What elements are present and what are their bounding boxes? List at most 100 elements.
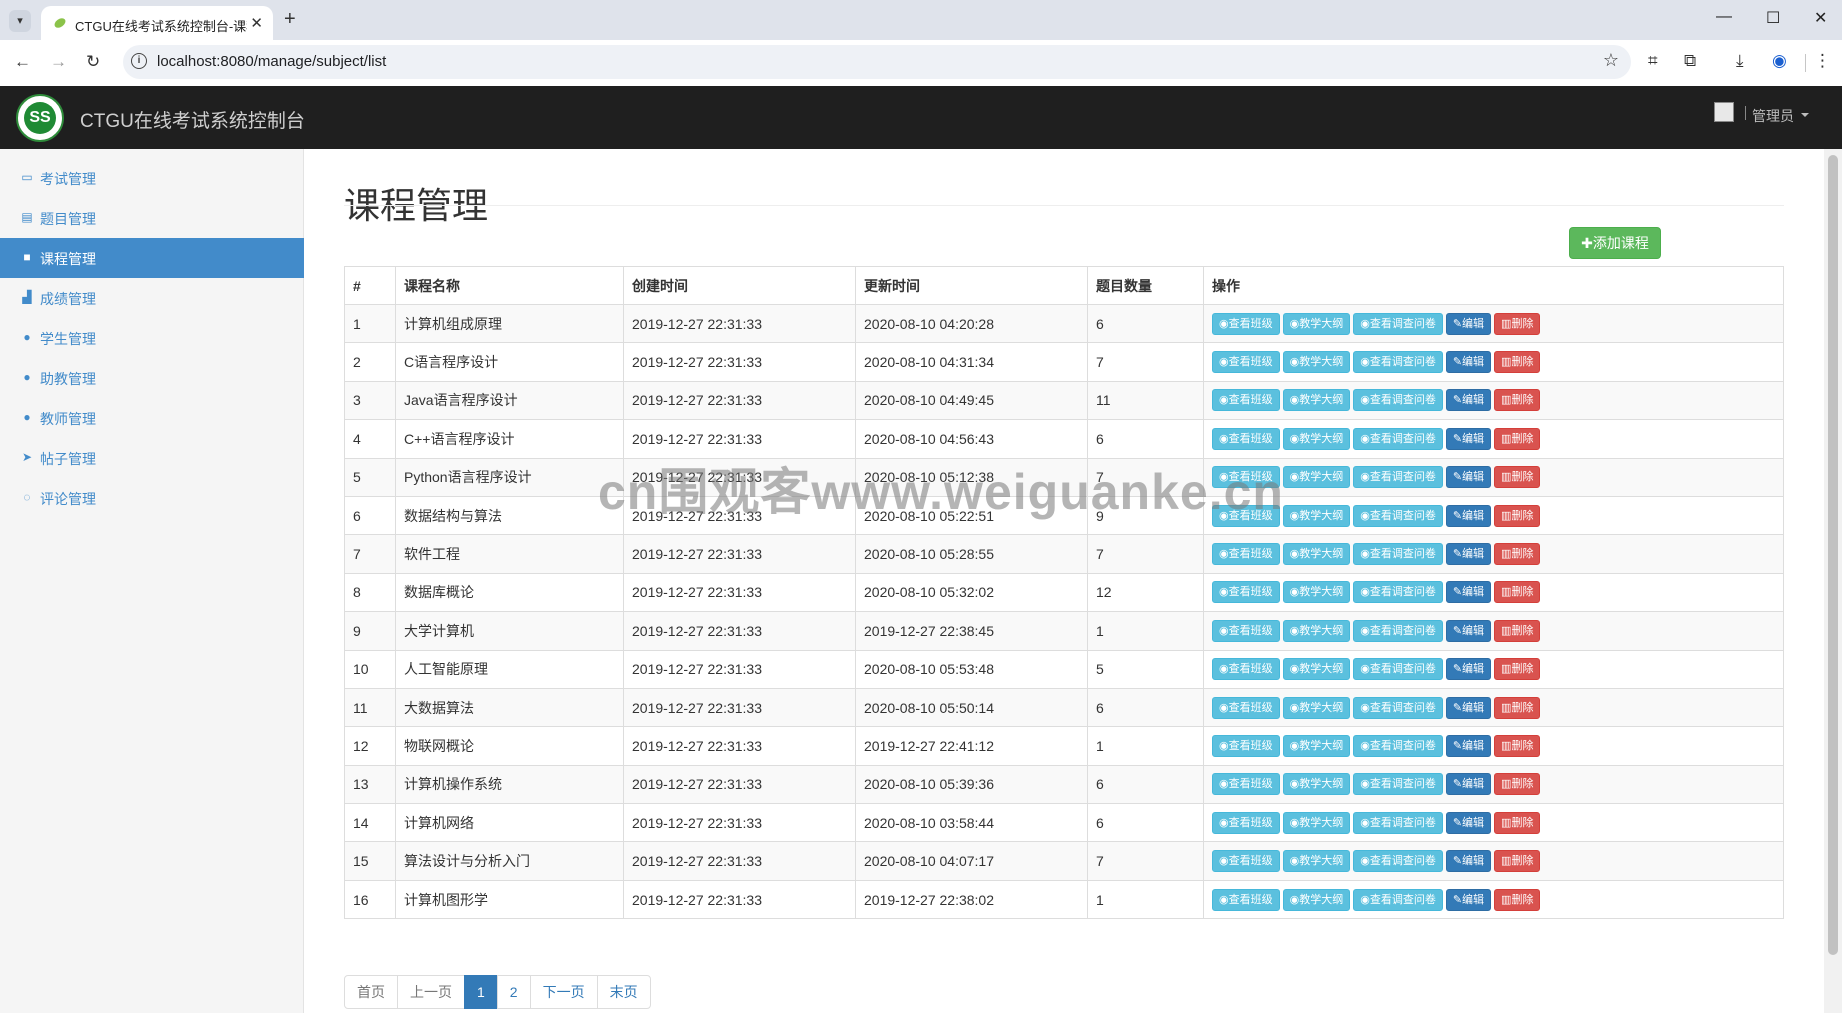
sidebar-item-teacher[interactable]: ● 教师管理: [0, 398, 304, 438]
view-survey-button[interactable]: ◉查看调查问卷: [1353, 543, 1443, 566]
close-window-icon[interactable]: ✕: [1814, 8, 1827, 28]
view-class-button[interactable]: ◉查看班级: [1212, 888, 1280, 911]
view-survey-button[interactable]: ◉查看调查问卷: [1353, 619, 1443, 642]
first-page-link[interactable]: 首页: [344, 975, 398, 1009]
last-page-link[interactable]: 末页: [596, 975, 651, 1009]
delete-button[interactable]: ▥删除: [1494, 658, 1541, 681]
delete-button[interactable]: ▥删除: [1494, 351, 1541, 374]
delete-button[interactable]: ▥删除: [1494, 850, 1541, 873]
view-class-button[interactable]: ◉查看班级: [1212, 696, 1280, 719]
sidebar-item-score[interactable]: ▟ 成绩管理: [0, 278, 304, 318]
menu-icon[interactable]: ⋮: [1814, 51, 1831, 71]
delete-button[interactable]: ▥删除: [1494, 581, 1541, 604]
view-class-button[interactable]: ◉查看班级: [1212, 658, 1280, 681]
scrollbar-thumb[interactable]: [1828, 155, 1838, 955]
edit-button[interactable]: ✎编辑: [1445, 351, 1492, 374]
ctgu-logo[interactable]: SS: [16, 94, 64, 142]
delete-button[interactable]: ▥删除: [1494, 888, 1541, 911]
edit-button[interactable]: ✎编辑: [1445, 619, 1492, 642]
syllabus-button[interactable]: ◉教学大纲: [1282, 466, 1351, 489]
forward-icon[interactable]: →: [50, 52, 67, 72]
edit-button[interactable]: ✎编辑: [1445, 888, 1492, 911]
syllabus-button[interactable]: ◉教学大纲: [1282, 811, 1351, 834]
new-tab-button[interactable]: +: [284, 8, 296, 31]
view-class-button[interactable]: ◉查看班级: [1212, 581, 1280, 604]
view-class-button[interactable]: ◉查看班级: [1212, 811, 1280, 834]
maximize-window-icon[interactable]: ☐: [1766, 8, 1780, 28]
view-survey-button[interactable]: ◉查看调查问卷: [1353, 734, 1443, 757]
edit-button[interactable]: ✎编辑: [1445, 734, 1492, 757]
user-avatar[interactable]: [1714, 102, 1734, 122]
edit-button[interactable]: ✎编辑: [1445, 504, 1492, 527]
view-survey-button[interactable]: ◉查看调查问卷: [1353, 811, 1443, 834]
view-survey-button[interactable]: ◉查看调查问卷: [1353, 351, 1443, 374]
delete-button[interactable]: ▥删除: [1494, 543, 1541, 566]
view-survey-button[interactable]: ◉查看调查问卷: [1353, 888, 1443, 911]
edit-button[interactable]: ✎编辑: [1445, 696, 1492, 719]
close-tab-icon[interactable]: ✕: [250, 14, 263, 32]
view-class-button[interactable]: ◉查看班级: [1212, 312, 1280, 335]
syllabus-button[interactable]: ◉教学大纲: [1282, 773, 1351, 796]
caret-down-icon[interactable]: [1801, 113, 1809, 117]
syllabus-button[interactable]: ◉教学大纲: [1282, 658, 1351, 681]
download-icon[interactable]: ⤓: [1736, 51, 1744, 71]
view-survey-button[interactable]: ◉查看调查问卷: [1353, 466, 1443, 489]
sidebar-item-course[interactable]: ■ 课程管理: [0, 238, 304, 278]
edit-button[interactable]: ✎编辑: [1445, 389, 1492, 412]
view-class-button[interactable]: ◉查看班级: [1212, 850, 1280, 873]
syllabus-button[interactable]: ◉教学大纲: [1282, 696, 1351, 719]
minimize-window-icon[interactable]: —: [1716, 8, 1732, 26]
syllabus-button[interactable]: ◉教学大纲: [1282, 312, 1351, 335]
delete-button[interactable]: ▥删除: [1494, 466, 1541, 489]
delete-button[interactable]: ▥删除: [1494, 619, 1541, 642]
view-survey-button[interactable]: ◉查看调查问卷: [1353, 850, 1443, 873]
edit-button[interactable]: ✎编辑: [1445, 811, 1492, 834]
syllabus-button[interactable]: ◉教学大纲: [1282, 543, 1351, 566]
delete-button[interactable]: ▥删除: [1494, 504, 1541, 527]
page-scrollbar[interactable]: [1824, 149, 1842, 1013]
syllabus-button[interactable]: ◉教学大纲: [1282, 389, 1351, 412]
address-bar[interactable]: i localhost:8080/manage/subject/list ☆: [123, 45, 1631, 79]
view-survey-button[interactable]: ◉查看调查问卷: [1353, 504, 1443, 527]
tab-list-button[interactable]: ▾: [9, 10, 31, 32]
view-survey-button[interactable]: ◉查看调查问卷: [1353, 389, 1443, 412]
delete-button[interactable]: ▥删除: [1494, 811, 1541, 834]
next-page-link[interactable]: 下一页: [529, 975, 598, 1009]
browser-tab[interactable]: CTGU在线考试系统控制台-课程 ✕: [41, 6, 273, 40]
view-class-button[interactable]: ◉查看班级: [1212, 351, 1280, 374]
back-icon[interactable]: ←: [14, 52, 31, 72]
view-survey-button[interactable]: ◉查看调查问卷: [1353, 658, 1443, 681]
sidebar-item-comment[interactable]: ◌ 评论管理: [0, 478, 304, 518]
syllabus-button[interactable]: ◉教学大纲: [1282, 581, 1351, 604]
edit-button[interactable]: ✎编辑: [1445, 543, 1492, 566]
edit-button[interactable]: ✎编辑: [1445, 658, 1492, 681]
view-class-button[interactable]: ◉查看班级: [1212, 543, 1280, 566]
syllabus-button[interactable]: ◉教学大纲: [1282, 504, 1351, 527]
url-text[interactable]: localhost:8080/manage/subject/list: [157, 53, 386, 70]
extensions-icon[interactable]: ⧉: [1684, 51, 1696, 71]
edit-button[interactable]: ✎编辑: [1445, 581, 1492, 604]
edit-button[interactable]: ✎编辑: [1445, 466, 1492, 489]
syllabus-button[interactable]: ◉教学大纲: [1282, 351, 1351, 374]
user-menu[interactable]: 管理员: [1752, 106, 1794, 126]
profile-icon[interactable]: ◉: [1772, 51, 1787, 71]
sidebar-item-assistant[interactable]: ● 助教管理: [0, 358, 304, 398]
sidebar-item-student[interactable]: ● 学生管理: [0, 318, 304, 358]
reload-icon[interactable]: ↻: [86, 52, 100, 72]
sidebar-item-question[interactable]: ▤ 题目管理: [0, 198, 304, 238]
delete-button[interactable]: ▥删除: [1494, 389, 1541, 412]
edit-button[interactable]: ✎编辑: [1445, 427, 1492, 450]
delete-button[interactable]: ▥删除: [1494, 696, 1541, 719]
prev-page-link[interactable]: 上一页: [397, 975, 465, 1009]
view-survey-button[interactable]: ◉查看调查问卷: [1353, 773, 1443, 796]
view-class-button[interactable]: ◉查看班级: [1212, 619, 1280, 642]
page-link-1[interactable]: 1: [464, 975, 498, 1009]
syllabus-button[interactable]: ◉教学大纲: [1282, 427, 1351, 450]
sidebar-item-exam[interactable]: ▭ 考试管理: [0, 158, 304, 198]
crop-icon[interactable]: ⌗: [1648, 51, 1658, 71]
app-brand[interactable]: CTGU在线考试系统控制台: [80, 106, 305, 133]
delete-button[interactable]: ▥删除: [1494, 312, 1541, 335]
sidebar-item-post[interactable]: ➤ 帖子管理: [0, 438, 304, 478]
view-survey-button[interactable]: ◉查看调查问卷: [1353, 312, 1443, 335]
page-link-2[interactable]: 2: [496, 975, 531, 1009]
